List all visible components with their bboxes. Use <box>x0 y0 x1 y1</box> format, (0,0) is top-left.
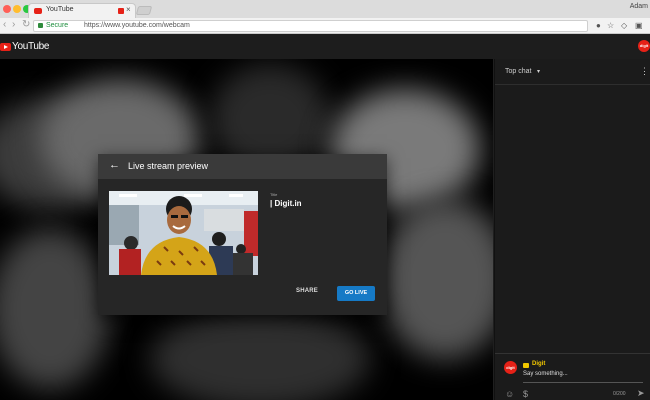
live-stream-preview-dialog: ← Live stream preview Title | Digit.in S… <box>98 154 387 315</box>
camera-permission-icon[interactable]: ● <box>596 21 601 30</box>
browser-toolbar: ‹ › ↻ Secure https://www.youtube.com/web… <box>0 18 650 34</box>
extension-icon[interactable]: ◇ <box>621 21 627 30</box>
browser-tab-strip: YouTube × Adam <box>0 0 650 18</box>
background-blur <box>150 309 370 400</box>
forward-arrow-icon[interactable]: › <box>12 19 15 30</box>
character-count: 0/200 <box>613 391 626 397</box>
go-live-button[interactable]: GO LIVE <box>337 286 375 301</box>
play-icon <box>4 45 8 49</box>
reload-icon[interactable]: ↻ <box>22 19 30 30</box>
youtube-logo-text[interactable]: YouTube <box>12 41 50 52</box>
recording-indicator-icon <box>118 8 124 14</box>
url-text: https://www.youtube.com/webcam <box>84 22 190 29</box>
chat-message-input[interactable]: Say something... <box>523 371 643 383</box>
address-bar[interactable]: Secure https://www.youtube.com/webcam <box>33 20 588 32</box>
avatar: digit <box>504 361 517 374</box>
top-chat-selector[interactable]: Top chat <box>505 68 531 75</box>
tab-title: YouTube <box>46 6 74 13</box>
share-button[interactable]: SHARE <box>296 288 318 294</box>
chevron-down-icon[interactable]: ▾ <box>537 68 540 75</box>
chat-compose: digit Digit Say something... ☺ $ 0/200 ➤ <box>495 353 650 400</box>
browser-tab-youtube[interactable]: YouTube × <box>28 3 136 18</box>
new-tab-button[interactable] <box>135 6 153 15</box>
send-icon[interactable]: ➤ <box>637 388 645 399</box>
minimize-window-button[interactable] <box>13 5 21 13</box>
stream-title[interactable]: | Digit.in <box>270 199 302 208</box>
close-window-button[interactable] <box>3 5 11 13</box>
back-arrow-icon[interactable]: ‹ <box>3 19 6 30</box>
title-label: Title <box>270 192 278 197</box>
dialog-title: Live stream preview <box>128 161 209 171</box>
webcam-snapshot <box>109 191 258 275</box>
cast-icon[interactable]: ▣ <box>635 21 643 30</box>
secure-label: Secure <box>46 22 69 29</box>
chat-user-name: Digit <box>532 361 546 367</box>
youtube-header: YouTube digit <box>0 34 650 59</box>
lock-icon <box>38 23 43 28</box>
background-blur <box>0 229 110 389</box>
profile-name[interactable]: Adam <box>630 3 648 10</box>
bookmark-star-icon[interactable]: ☆ <box>607 21 614 30</box>
account-avatar[interactable]: digit <box>638 40 650 52</box>
chat-header: Top chat ▾ ⋮ <box>495 59 650 85</box>
webcam-thumbnail <box>109 191 258 275</box>
emoji-icon[interactable]: ☺ <box>505 389 514 399</box>
owner-badge-icon <box>523 363 529 368</box>
tab-close-icon[interactable]: × <box>126 5 131 14</box>
super-chat-icon[interactable]: $ <box>523 389 528 399</box>
dialog-header: ← Live stream preview <box>98 154 387 179</box>
back-arrow-icon[interactable]: ← <box>109 159 120 171</box>
youtube-favicon-icon <box>34 8 42 14</box>
youtube-logo-icon[interactable] <box>0 43 11 51</box>
live-chat-panel: Top chat ▾ ⋮ digit Digit Say something..… <box>494 59 650 400</box>
more-options-icon[interactable]: ⋮ <box>640 66 649 77</box>
background-blur <box>380 199 493 359</box>
